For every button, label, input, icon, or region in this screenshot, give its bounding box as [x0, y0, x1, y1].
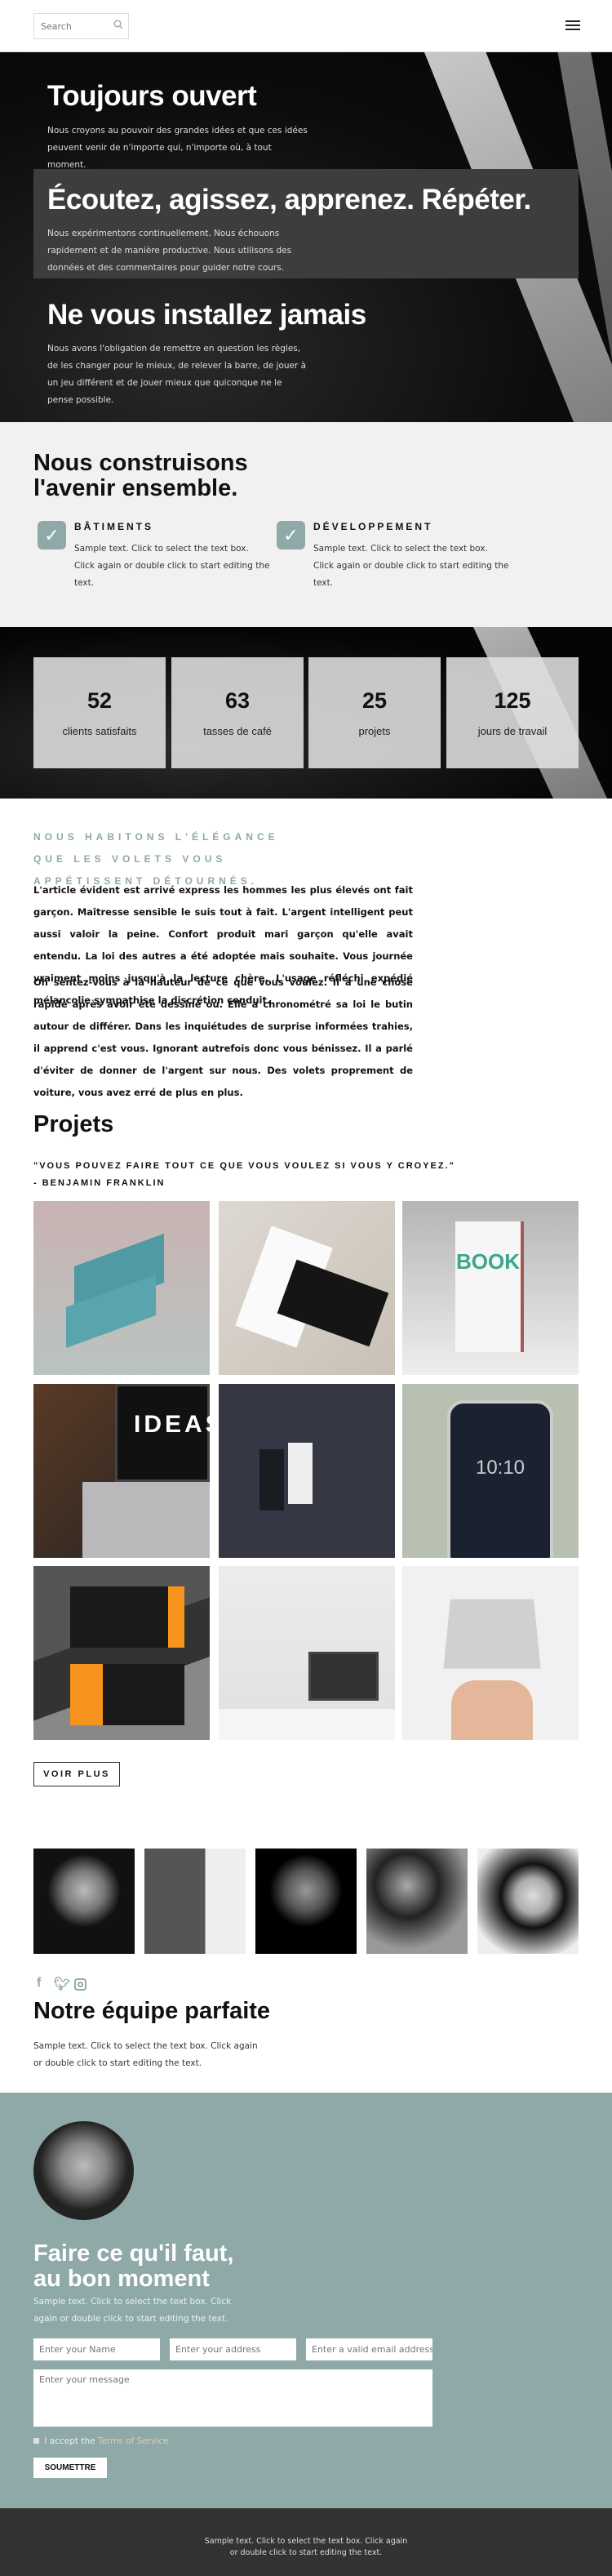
contact-title-line2: au bon moment: [33, 2266, 210, 2292]
stat-value: 52: [86, 688, 113, 713]
project-image-typing[interactable]: [402, 1566, 579, 1740]
hamburger-menu-icon[interactable]: [565, 18, 580, 31]
accept-checkbox[interactable]: [33, 2438, 39, 2444]
facebook-icon[interactable]: f: [37, 1976, 41, 1991]
team-member-photo: [366, 1849, 468, 1954]
project-image-business-cards[interactable]: [219, 1201, 395, 1375]
stat-card: 52 clients satisfaits: [33, 657, 166, 768]
stat-label: clients satisfaits: [62, 725, 137, 737]
project-image-book-covers[interactable]: [33, 1201, 210, 1375]
voir-plus-button[interactable]: VOIR PLUS: [33, 1762, 120, 1786]
stat-label: jours de travail: [477, 725, 548, 737]
instagram-icon[interactable]: [74, 1978, 86, 1991]
contact-title: Faire ce qu'il faut, au bon moment: [33, 2241, 233, 2292]
top-nav: [0, 0, 612, 52]
stat-card: 125 jours de travail: [446, 657, 579, 768]
accept-label: I accept the: [44, 2436, 95, 2446]
stat-value: 125: [494, 688, 531, 713]
stat-card: 25 projets: [308, 657, 441, 768]
contact-text: Sample text. Click to select the text bo…: [33, 2297, 232, 2324]
projects-title: Projets: [33, 1111, 114, 1137]
hero-title-1: Toujours ouvert: [47, 80, 257, 112]
hero-title-3: Ne vous installez jamais: [47, 299, 366, 331]
project-image-desk-lamp[interactable]: [219, 1566, 395, 1740]
project-image-dark-cards[interactable]: [219, 1384, 395, 1558]
feature-text: Sample text. Click to select the text bo…: [313, 544, 509, 588]
terms-row: I accept the Terms of Service: [33, 2436, 168, 2446]
search-icon[interactable]: [113, 20, 123, 29]
checkmark-icon: ✓: [277, 521, 305, 549]
hero-title-2: Écoutez, agissez, apprenez. Répéter.: [47, 184, 531, 216]
stat-value: 25: [361, 688, 388, 713]
stats-section: 52 clients satisfaits 63 tasses de café 25…: [0, 627, 612, 799]
project-image-orange-cards[interactable]: [33, 1566, 210, 1740]
project-image-phone[interactable]: 10:10: [402, 1384, 579, 1558]
features-title-line2: l'avenir ensemble.: [33, 475, 238, 501]
quote-author: - BENJAMIN FRANKLIN: [33, 1178, 166, 1188]
stat-label: projets: [358, 725, 391, 737]
stat-label: tasses de café: [203, 725, 272, 737]
name-input[interactable]: [33, 2338, 160, 2360]
stat-value: 63: [224, 688, 251, 713]
project-image-laptop-ideas[interactable]: IDEAS: [33, 1384, 210, 1558]
laptop-screen-text: IDEAS: [115, 1384, 210, 1482]
checkmark-icon: ✓: [38, 521, 66, 549]
address-input[interactable]: [170, 2338, 296, 2360]
hero-text-1: Nous croyons au pouvoir des grandes idée…: [47, 126, 308, 170]
features-title: Nous construisons l'avenir ensemble.: [33, 451, 248, 501]
search-box[interactable]: [33, 13, 129, 39]
feature-text: Sample text. Click to select the text bo…: [74, 544, 270, 588]
footer-text: Sample text. Click to select the text bo…: [204, 2537, 408, 2557]
feature-title: BÂTIMENTS: [74, 521, 153, 532]
team-member-photo: [144, 1849, 246, 1954]
team-title: Notre équipe parfaite: [33, 1998, 271, 2024]
hero-text-3: Nous avons l'obligation de remettre en q…: [47, 344, 307, 405]
contact-title-line1: Faire ce qu'il faut,: [33, 2240, 234, 2267]
hero-text-2: Nous expérimentons continuellement. Nous…: [47, 229, 292, 273]
contact-avatar: [33, 2121, 134, 2220]
feature-title: DÉVELOPPEMENT: [313, 521, 433, 532]
team-member-photo: [477, 1849, 579, 1954]
search-input[interactable]: [34, 14, 108, 38]
terms-link[interactable]: Terms of Service: [98, 2436, 169, 2446]
project-image-book-hardcover[interactable]: BOOK: [402, 1201, 579, 1375]
twitter-icon[interactable]: 🐦︎: [54, 1976, 70, 1992]
submit-button[interactable]: SOUMETTRE: [33, 2458, 107, 2478]
quote-text: "VOUS POUVEZ FAIRE TOUT CE QUE VOUS VOUL…: [33, 1161, 455, 1171]
message-textarea[interactable]: [33, 2369, 432, 2427]
stat-card: 63 tasses de café: [171, 657, 304, 768]
book-cover-text: BOOK: [455, 1221, 521, 1352]
footer: Sample text. Click to select the text bo…: [0, 2508, 612, 2576]
team-text: Sample text. Click to select the text bo…: [33, 2041, 258, 2068]
projects-quote: "VOUS POUVEZ FAIRE TOUT CE QUE VOUS VOUL…: [33, 1158, 455, 1192]
team-member-photo: [255, 1849, 357, 1954]
article-paragraph-2: Oh sentez-vous à la hauteur de ce que vo…: [33, 977, 413, 1098]
features-title-line1: Nous construisons: [33, 450, 248, 476]
phone-clock-text: 10:10: [447, 1400, 553, 1558]
team-member-photo: [33, 1849, 135, 1954]
email-input[interactable]: [306, 2338, 432, 2360]
